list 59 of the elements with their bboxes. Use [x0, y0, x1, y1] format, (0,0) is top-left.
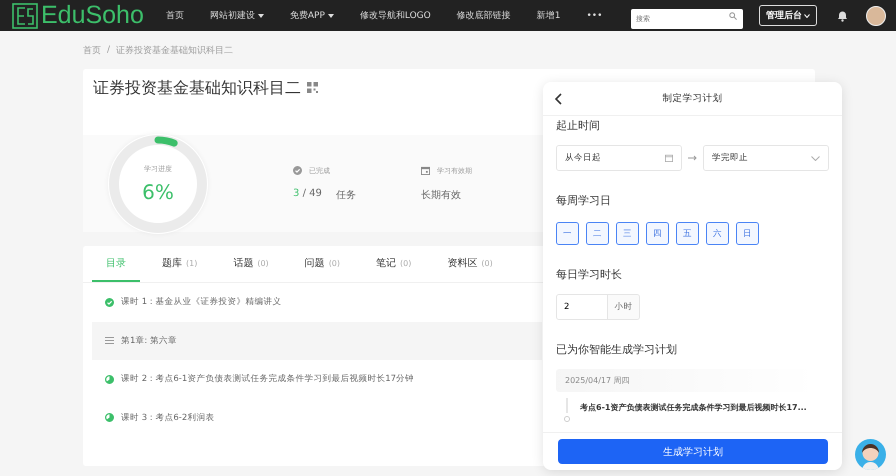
start-date-field[interactable]: 从今日起	[556, 145, 682, 171]
calendar-icon	[421, 166, 430, 175]
bell-icon[interactable]	[837, 10, 848, 22]
logo-text: EduSoho	[41, 1, 144, 30]
tab[interactable]: 笔记 (0)	[362, 246, 426, 282]
caret-icon	[328, 14, 334, 18]
nav-link[interactable]: 修改导航和LOGO	[360, 9, 431, 22]
unit-label: 小时	[608, 294, 640, 320]
nav-link[interactable]: 首页	[166, 9, 184, 22]
panel-title: 制定学习计划	[662, 92, 722, 105]
tab[interactable]: 问题 (0)	[290, 246, 354, 282]
nav-link[interactable]: 网站初建设	[210, 9, 264, 22]
chapter-title[interactable]: 第1章: 第六章	[121, 334, 177, 347]
tab[interactable]: 资料区 (0)	[433, 246, 507, 282]
breadcrumb-separator: /	[107, 45, 110, 55]
user-avatar[interactable]	[866, 6, 886, 26]
nav-link[interactable]: •••	[586, 10, 602, 20]
course-title: 证券投资基金基础知识科目二	[93, 78, 301, 99]
progress-value: 6%	[142, 180, 174, 204]
chevron-down-icon	[811, 156, 820, 160]
validity-value: 长期有效	[421, 188, 461, 202]
tab[interactable]: 话题 (0)	[219, 246, 283, 282]
arrow-right-icon	[688, 155, 697, 161]
admin-button[interactable]: 管理后台	[759, 5, 817, 26]
search-icon	[729, 12, 737, 20]
calendar-icon	[665, 154, 673, 162]
chapter-row[interactable]: 第1章: 第六章	[92, 322, 542, 360]
generate-plan-button[interactable]: 生成学习计划	[558, 439, 828, 464]
check-circle-icon	[293, 166, 302, 175]
caret-icon	[804, 14, 810, 18]
end-select[interactable]: 学完即止	[703, 145, 829, 171]
hours-field[interactable]: 2	[556, 294, 608, 320]
section-heading: 每日学习时长	[556, 267, 623, 282]
tab[interactable]: 题库 (1)	[148, 246, 212, 282]
lesson-link[interactable]: 课时 3 : 考点6-2利润表	[121, 412, 214, 424]
nav-link[interactable]: 新增1	[536, 9, 560, 22]
weekday-toggle[interactable]: 一	[556, 222, 579, 245]
section-heading: 已为你智能生成学习计划	[556, 342, 678, 357]
task-unit: 任务	[336, 188, 356, 202]
weekday-toggle[interactable]: 五	[676, 222, 699, 245]
weekday-toggle[interactable]: 六	[706, 222, 729, 245]
qr-code-icon[interactable]	[307, 82, 318, 93]
caret-icon	[258, 14, 264, 18]
timeline-icon	[564, 398, 570, 424]
weekday-toggle[interactable]: 三	[616, 222, 639, 245]
section-heading: 每周学习日	[556, 193, 612, 208]
section-heading: 起止时间	[556, 118, 601, 133]
task-count: 3 / 49	[293, 188, 322, 200]
logo[interactable]: EduSoho	[12, 1, 144, 30]
logo-icon	[12, 2, 38, 28]
weekday-toggle[interactable]: 四	[646, 222, 669, 245]
nav-link[interactable]: 免费APP	[290, 9, 334, 22]
assistant-avatar[interactable]	[855, 439, 886, 470]
lesson-link[interactable]: 课时 1 : 基金从业《证券投资》精编讲义	[121, 296, 282, 308]
plan-item: 考点6-1资产负债表测试任务完成条件学习到最后视频时长17...	[580, 402, 807, 413]
weekday-toggle[interactable]: 二	[586, 222, 609, 245]
weekday-toggle[interactable]: 日	[736, 222, 759, 245]
lesson-link[interactable]: 课时 2 : 考点6-1资产负债表测试任务完成条件学习到最后视频时长17分钟	[121, 373, 414, 386]
nav-link[interactable]: 修改底部链接	[456, 9, 511, 22]
